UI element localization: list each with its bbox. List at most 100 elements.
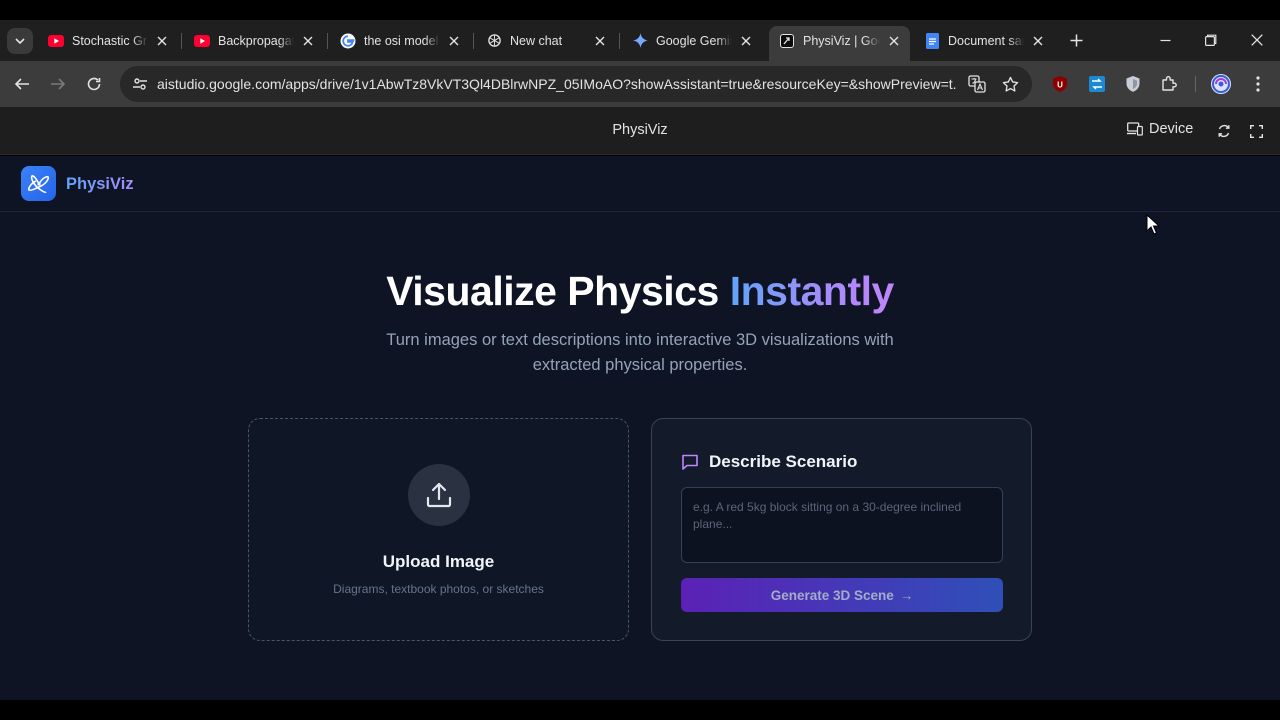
tab-strip: Stochastic Gra Backpropagat the osi mode… <box>0 20 1280 61</box>
tab-separator <box>181 33 182 49</box>
fullscreen-button[interactable] <box>1246 121 1266 141</box>
upload-title: Upload Image <box>382 552 495 571</box>
puzzle-icon <box>1162 76 1177 91</box>
hero-title: Visualize Physics Instantly <box>0 268 1280 315</box>
minimize-button[interactable] <box>1153 28 1177 52</box>
close-icon[interactable] <box>300 33 316 49</box>
app-header: PhysiViz <box>0 156 1280 212</box>
device-button[interactable]: Device <box>1127 121 1193 137</box>
arrow-left-icon <box>14 78 29 90</box>
studio-app-bar: PhysiViz Device <box>0 107 1280 155</box>
refresh-preview-button[interactable] <box>1214 121 1234 141</box>
translator-extension[interactable] <box>1085 72 1109 96</box>
arrow-right-icon <box>51 78 66 90</box>
reload-button[interactable] <box>82 72 106 96</box>
describe-title: Describe Scenario <box>709 452 858 471</box>
more-vertical-icon <box>1256 76 1260 92</box>
translate-button[interactable] <box>965 72 989 96</box>
describe-scenario-card: Describe Scenario Generate 3D Scene → <box>651 418 1032 641</box>
ublock-icon: U <box>1053 76 1067 92</box>
tab-title: Backpropagat <box>218 33 294 48</box>
docs-icon <box>924 32 940 49</box>
tab-osi-model[interactable]: the osi model <box>330 26 470 55</box>
device-label: Device <box>1149 121 1194 137</box>
tab-title: Document sans titre <box>948 33 1024 48</box>
devices-icon <box>1127 122 1143 136</box>
avatar-icon <box>1211 74 1231 94</box>
scenario-input[interactable] <box>681 487 1003 563</box>
tune-icon <box>133 78 147 90</box>
tab-gemini[interactable]: Google Gemini <box>622 26 762 55</box>
browser-menu-button[interactable] <box>1246 72 1270 96</box>
close-icon[interactable] <box>886 33 902 49</box>
close-icon[interactable] <box>1030 33 1046 49</box>
close-icon[interactable] <box>154 33 170 49</box>
url-text[interactable]: aistudio.google.com/apps/drive/1v1AbwTz8… <box>157 76 957 92</box>
upload-icon-circle <box>408 464 470 526</box>
extensions-button[interactable] <box>1157 72 1181 96</box>
app-brand[interactable]: PhysiViz <box>66 175 134 194</box>
profile-button[interactable] <box>1209 72 1233 96</box>
toolbar-separator <box>1195 76 1196 92</box>
hero-title-highlight: Instantly <box>729 268 895 314</box>
browser-toolbar: aistudio.google.com/apps/drive/1v1AbwTz8… <box>0 61 1280 107</box>
tab-separator <box>327 33 328 49</box>
tab-backpropagation[interactable]: Backpropagat <box>184 26 324 55</box>
tab-document[interactable]: Document sans titre <box>914 26 1054 55</box>
google-icon <box>340 33 356 49</box>
tab-separator <box>473 33 474 49</box>
hero-subtitle: Turn images or text descriptions into in… <box>386 331 894 374</box>
address-bar[interactable]: aistudio.google.com/apps/drive/1v1AbwTz8… <box>120 66 1032 102</box>
close-icon[interactable] <box>738 33 754 49</box>
generate-label: Generate 3D Scene <box>770 587 894 603</box>
mouse-cursor-icon <box>1146 214 1160 235</box>
generate-3d-scene-button[interactable]: Generate 3D Scene → <box>681 578 1003 612</box>
translator-extension-icon <box>1089 76 1105 92</box>
tab-title: PhysiViz | Google AI Studio <box>803 33 880 48</box>
chevron-down-icon <box>15 38 25 45</box>
describe-heading: Describe Scenario <box>681 452 857 472</box>
back-button[interactable] <box>10 72 34 96</box>
fullscreen-icon <box>1249 124 1263 138</box>
shield-icon <box>1126 76 1140 92</box>
tab-title: Google Gemini <box>656 33 732 48</box>
forward-button[interactable] <box>46 72 70 96</box>
upload-icon <box>426 482 452 508</box>
ublock-extension[interactable]: U <box>1048 72 1072 96</box>
reload-icon <box>87 77 101 91</box>
translate-icon <box>968 75 986 93</box>
tab-physiviz[interactable]: PhysiViz | Google AI Studio <box>769 26 910 61</box>
site-info-button[interactable] <box>128 72 152 96</box>
restore-button[interactable] <box>1199 28 1223 52</box>
refresh-icon <box>1218 124 1230 138</box>
tab-stochastic[interactable]: Stochastic Gra <box>38 26 178 55</box>
tab-separator <box>619 33 620 49</box>
app-preview: PhysiViz Visualize Physics Instantly Tur… <box>0 156 1280 700</box>
tab-title: the osi model <box>364 33 439 48</box>
new-tab-button[interactable] <box>1064 28 1088 52</box>
physiviz-logo[interactable] <box>21 166 56 201</box>
upload-dropzone[interactable]: Upload Image Diagrams, textbook photos, … <box>248 418 629 641</box>
bookmark-button[interactable] <box>998 72 1022 96</box>
close-window-button[interactable] <box>1245 28 1269 52</box>
studio-app-title: PhysiViz <box>612 122 668 138</box>
shield-extension[interactable] <box>1121 72 1145 96</box>
close-icon[interactable] <box>446 33 462 49</box>
tab-title: New chat <box>510 33 563 48</box>
atom-icon <box>27 174 49 193</box>
tab-search-button[interactable] <box>7 28 33 54</box>
aistudio-icon <box>779 33 795 49</box>
restore-icon <box>1205 34 1217 46</box>
tab-new-chat[interactable]: New chat <box>476 26 616 55</box>
close-icon[interactable] <box>592 33 608 49</box>
openai-icon <box>486 33 502 49</box>
top-band <box>0 0 1280 20</box>
youtube-icon <box>48 33 64 49</box>
star-icon <box>1002 76 1018 92</box>
plus-icon <box>1070 34 1082 46</box>
tab-title: Stochastic Gra <box>72 33 148 48</box>
bottom-band <box>0 700 1280 720</box>
minimize-icon <box>1160 39 1170 41</box>
upload-subtitle: Diagrams, textbook photos, or sketches <box>333 582 544 596</box>
hero-title-main: Visualize Physics <box>386 268 730 314</box>
